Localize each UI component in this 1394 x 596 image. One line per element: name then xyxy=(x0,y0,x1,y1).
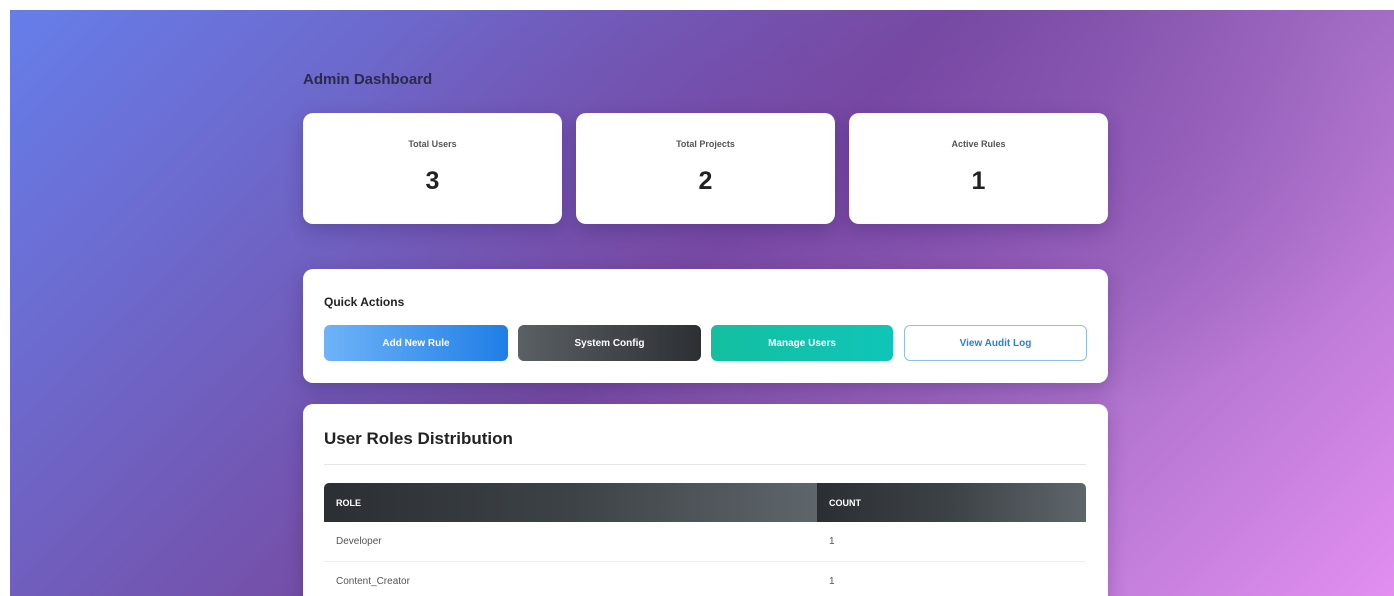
stat-value: 2 xyxy=(698,167,713,195)
divider xyxy=(324,464,1086,465)
role-cell: Developer xyxy=(324,522,817,562)
stat-card-active-rules: Active Rules 1 xyxy=(849,113,1108,224)
app-background: Admin Dashboard Total Users 3 Total Proj… xyxy=(10,10,1394,596)
column-header-role: ROLE xyxy=(324,483,817,522)
table-row: Content_Creator 1 xyxy=(324,561,1086,596)
stat-card-total-users: Total Users 3 xyxy=(303,113,562,224)
view-audit-log-button[interactable]: View Audit Log xyxy=(904,325,1087,361)
stat-card-total-projects: Total Projects 2 xyxy=(576,113,835,224)
stats-row: Total Users 3 Total Projects 2 Active Ru… xyxy=(303,113,1108,224)
manage-users-button[interactable]: Manage Users xyxy=(711,325,893,361)
page-title: Admin Dashboard xyxy=(303,71,433,88)
stat-label: Total Projects xyxy=(676,139,735,149)
quick-actions-card: Quick Actions Add New Rule System Config… xyxy=(303,269,1108,383)
role-cell: Content_Creator xyxy=(324,561,817,596)
table-row: Developer 1 xyxy=(324,522,1086,562)
quick-actions-title: Quick Actions xyxy=(324,295,405,309)
stat-label: Active Rules xyxy=(951,139,1006,149)
column-header-count: COUNT xyxy=(817,483,1086,522)
system-config-button[interactable]: System Config xyxy=(518,325,701,361)
user-roles-title: User Roles Distribution xyxy=(324,429,513,448)
user-roles-card: User Roles Distribution ROLE COUNT Devel… xyxy=(303,404,1108,596)
stat-value: 1 xyxy=(971,167,986,195)
roles-table: ROLE COUNT Developer 1 Content_Creator 1 xyxy=(324,483,1086,596)
add-new-rule-button[interactable]: Add New Rule xyxy=(324,325,508,361)
count-cell: 1 xyxy=(817,561,1086,596)
table-header-row: ROLE COUNT xyxy=(324,483,1086,522)
stat-label: Total Users xyxy=(408,139,457,149)
count-cell: 1 xyxy=(817,522,1086,562)
stat-value: 3 xyxy=(425,167,440,195)
